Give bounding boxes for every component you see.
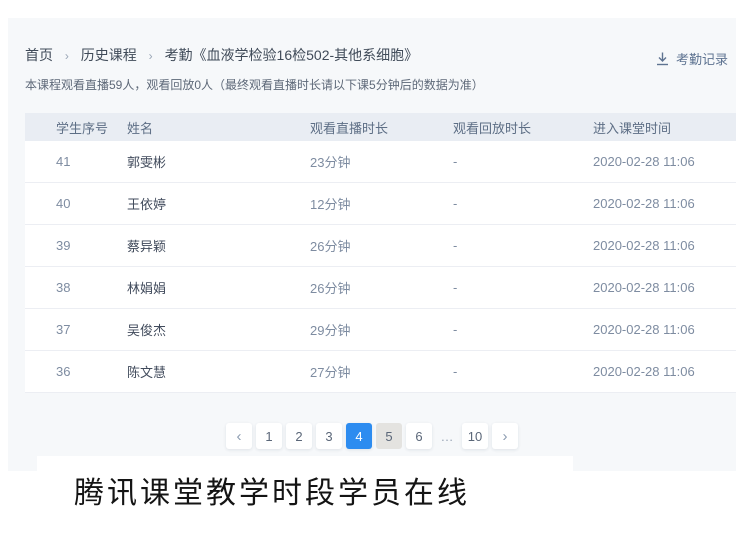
header-replay-duration: 观看回放时长 [453,118,593,137]
table-row: 41 郭雯彬 23分钟 - 2020-02-28 11:06 [25,141,736,183]
cell-name: 吴俊杰 [127,320,310,339]
pagination-page-1[interactable]: 1 [256,423,282,449]
document-page: { "breadcrumb": { "separator": "›", "ite… [0,0,736,536]
cell-name: 林娟娟 [127,278,310,297]
cell-replay-duration: - [453,364,593,379]
cell-live-duration: 12分钟 [310,194,453,213]
pagination-page-6[interactable]: 6 [406,423,432,449]
download-link-label: 考勤记录 [676,49,728,68]
pagination-page-4-active[interactable]: 4 [346,423,372,449]
cell-name: 陈文慧 [127,362,310,381]
cell-student-seq: 37 [56,322,127,337]
cell-student-seq: 41 [56,154,127,169]
attendance-table: 学生序号 姓名 观看直播时长 观看回放时长 进入课堂时间 41 郭雯彬 23分钟… [25,113,736,393]
header-student-seq: 学生序号 [56,118,127,137]
cell-student-seq: 40 [56,196,127,211]
pagination-page-2[interactable]: 2 [286,423,312,449]
download-icon [656,52,669,66]
cell-live-duration: 29分钟 [310,320,453,339]
attendance-panel: 首页 › 历史课程 › 考勤《血液学检验16检502-其他系细胞》 考勤记录 本… [8,18,736,471]
cell-name: 郭雯彬 [127,152,310,171]
cell-replay-duration: - [453,196,593,211]
cell-enter-time: 2020-02-28 11:06 [593,154,736,169]
figure-caption: 腾讯课堂教学时段学员在线 [74,468,470,512]
cell-live-duration: 26分钟 [310,278,453,297]
pagination-prev-icon[interactable]: ‹ [226,423,252,449]
header-enter-time: 进入课堂时间 [593,118,736,137]
pagination-page-5[interactable]: 5 [376,423,402,449]
cell-enter-time: 2020-02-28 11:06 [593,364,736,379]
cell-enter-time: 2020-02-28 11:06 [593,238,736,253]
breadcrumb-home[interactable]: 首页 [25,47,53,63]
cell-live-duration: 26分钟 [310,236,453,255]
cell-name: 蔡异颖 [127,236,310,255]
cell-live-duration: 27分钟 [310,362,453,381]
cell-replay-duration: - [453,280,593,295]
header-name: 姓名 [127,118,310,137]
table-header-row: 学生序号 姓名 观看直播时长 观看回放时长 进入课堂时间 [25,113,736,141]
table-row: 39 蔡异颖 26分钟 - 2020-02-28 11:06 [25,225,736,267]
breadcrumb: 首页 › 历史课程 › 考勤《血液学检验16检502-其他系细胞》 [25,45,418,65]
table-row: 37 吴俊杰 29分钟 - 2020-02-28 11:06 [25,309,736,351]
breadcrumb-separator-icon: › [65,49,69,63]
pagination-page-3[interactable]: 3 [316,423,342,449]
cell-enter-time: 2020-02-28 11:06 [593,280,736,295]
breadcrumb-separator-icon: › [149,49,153,63]
cell-student-seq: 38 [56,280,127,295]
cell-replay-duration: - [453,238,593,253]
cell-enter-time: 2020-02-28 11:06 [593,322,736,337]
cell-enter-time: 2020-02-28 11:06 [593,196,736,211]
pagination-ellipsis-icon: … [436,423,458,449]
cell-name: 王依婷 [127,194,310,213]
pagination: ‹ 1 2 3 4 5 6 … 10 › [8,423,736,449]
pagination-next-icon[interactable]: › [492,423,518,449]
course-watch-summary: 本课程观看直播59人，观看回放0人（最终观看直播时长请以下课5分钟后的数据为准） [25,76,484,93]
pagination-page-10[interactable]: 10 [462,423,488,449]
cell-student-seq: 36 [56,364,127,379]
table-row: 40 王依婷 12分钟 - 2020-02-28 11:06 [25,183,736,225]
header-live-duration: 观看直播时长 [310,118,453,137]
download-attendance-link[interactable]: 考勤记录 [656,49,728,68]
cell-replay-duration: - [453,154,593,169]
cell-student-seq: 39 [56,238,127,253]
cell-live-duration: 23分钟 [310,152,453,171]
breadcrumb-current-course: 考勤《血液学检验16检502-其他系细胞》 [165,47,419,63]
breadcrumb-history-courses[interactable]: 历史课程 [81,47,137,63]
table-row: 36 陈文慧 27分钟 - 2020-02-28 11:06 [25,351,736,393]
table-row: 38 林娟娟 26分钟 - 2020-02-28 11:06 [25,267,736,309]
cell-replay-duration: - [453,322,593,337]
